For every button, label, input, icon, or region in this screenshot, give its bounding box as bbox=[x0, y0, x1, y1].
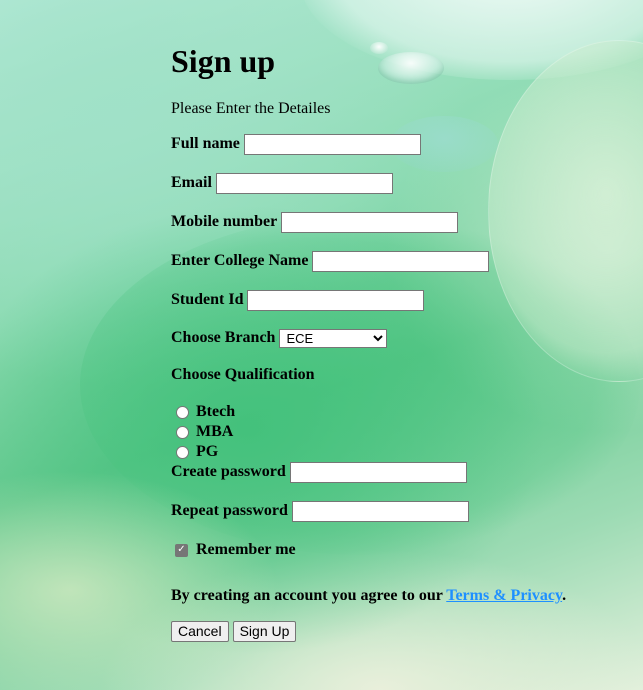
qualification-label: Choose Qualification bbox=[171, 366, 315, 383]
terms-text: By creating an account you agree to our … bbox=[171, 587, 566, 605]
mobile-row: Mobile number bbox=[171, 211, 459, 233]
qualification-row: Choose Qualification bbox=[171, 364, 315, 386]
full-name-input[interactable] bbox=[243, 133, 421, 155]
form-buttons: Cancel Sign Up bbox=[171, 621, 297, 642]
email-label: Email bbox=[171, 174, 212, 191]
repeat-password-row: Repeat password bbox=[171, 500, 469, 522]
remember-label: Remember me bbox=[196, 541, 296, 558]
repeat-password-label: Repeat password bbox=[171, 502, 288, 519]
remember-checkbox[interactable]: ✓ bbox=[175, 543, 188, 557]
branch-row: Choose Branch ECE bbox=[171, 327, 388, 349]
page-title: Sign up bbox=[171, 43, 276, 79]
college-input[interactable] bbox=[312, 250, 490, 272]
college-row: Enter College Name bbox=[171, 250, 490, 272]
full-name-row: Full name bbox=[171, 133, 421, 155]
password-input[interactable] bbox=[289, 461, 467, 483]
radio-button[interactable] bbox=[176, 425, 189, 439]
radio-label-pg: PG bbox=[196, 443, 219, 460]
radio-label-btech: Btech bbox=[196, 403, 236, 420]
background-bubble bbox=[378, 52, 444, 84]
terms-link[interactable]: Terms & Privacy bbox=[446, 587, 562, 604]
remember-row[interactable]: ✓ Remember me bbox=[171, 539, 296, 561]
college-label: Enter College Name bbox=[171, 252, 309, 269]
cancel-button[interactable]: Cancel bbox=[171, 621, 229, 642]
password-row: Create password bbox=[171, 461, 467, 483]
background-bubble bbox=[370, 42, 388, 54]
signup-button[interactable]: Sign Up bbox=[232, 621, 297, 642]
email-row: Email bbox=[171, 172, 393, 194]
mobile-input[interactable] bbox=[281, 211, 459, 233]
radio-button[interactable] bbox=[176, 445, 189, 459]
radio-pg[interactable]: PG bbox=[176, 442, 218, 462]
student-id-input[interactable] bbox=[247, 289, 425, 311]
radio-mba[interactable]: MBA bbox=[176, 422, 233, 442]
branch-select[interactable]: ECE bbox=[279, 328, 388, 348]
radio-label-mba: MBA bbox=[196, 423, 234, 440]
repeat-password-input[interactable] bbox=[291, 500, 469, 522]
terms-suffix: . bbox=[562, 587, 567, 604]
full-name-label: Full name bbox=[171, 135, 240, 152]
password-label: Create password bbox=[171, 463, 286, 480]
radio-btech[interactable]: Btech bbox=[176, 402, 235, 422]
branch-label: Choose Branch bbox=[171, 329, 276, 346]
radio-button[interactable] bbox=[176, 405, 189, 419]
student-id-label: Student Id bbox=[171, 291, 244, 308]
terms-prefix: By creating an account you agree to our bbox=[171, 587, 447, 604]
mobile-label: Mobile number bbox=[171, 213, 278, 230]
student-id-row: Student Id bbox=[171, 289, 425, 311]
page-subtitle: Please Enter the Detailes bbox=[171, 100, 331, 117]
email-input[interactable] bbox=[215, 172, 393, 194]
